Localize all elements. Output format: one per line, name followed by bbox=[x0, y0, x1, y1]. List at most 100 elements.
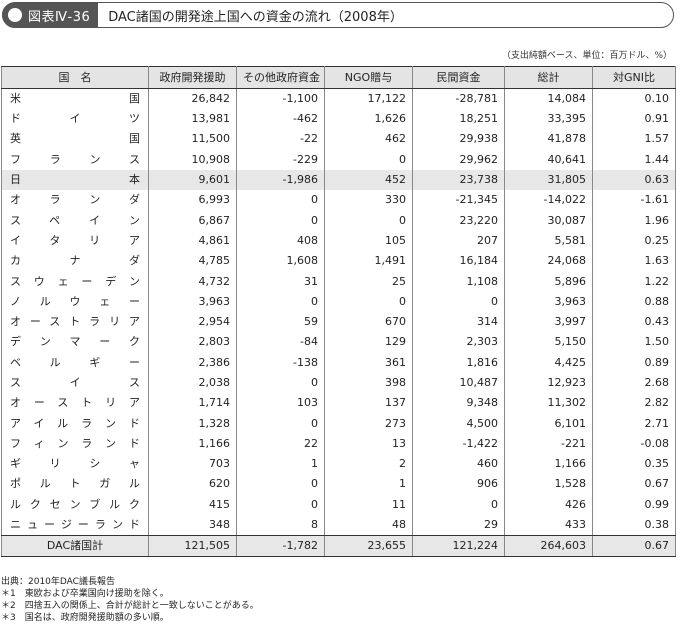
value-cell: 620 bbox=[148, 474, 237, 495]
value-cell: 1,816 bbox=[412, 352, 505, 373]
value-cell: 40,641 bbox=[504, 149, 593, 170]
table-row: スイス 2,038 0 398 10,487 12,923 2.68 bbox=[1, 372, 676, 394]
header-country: 国 名 bbox=[1, 66, 149, 89]
value-cell: 105 bbox=[324, 230, 413, 252]
country-cell: 米国 bbox=[1, 88, 149, 109]
value-cell: 462 bbox=[324, 129, 413, 150]
value-cell: 129 bbox=[324, 332, 413, 353]
value-cell: -229 bbox=[236, 149, 325, 170]
value-cell: -28,781 bbox=[412, 88, 505, 109]
value-cell: 2,803 bbox=[148, 332, 237, 353]
value-cell: -138 bbox=[236, 352, 325, 373]
value-cell: 1 bbox=[236, 454, 325, 475]
value-cell: 1,108 bbox=[412, 271, 505, 292]
value-cell: 330 bbox=[324, 190, 413, 211]
table-row: フランス 10,908 -229 0 29,962 40,641 1.44 bbox=[1, 149, 676, 170]
value-cell: 41,878 bbox=[504, 129, 593, 150]
value-cell: 0 bbox=[236, 190, 325, 211]
value-cell: 4,500 bbox=[412, 413, 505, 434]
value-cell: 33,395 bbox=[504, 109, 593, 130]
value-cell: 408 bbox=[236, 230, 325, 252]
table-row: スペイン 6,867 0 0 23,220 30,087 1.96 bbox=[1, 210, 676, 231]
value-cell: 1,166 bbox=[148, 433, 237, 455]
value-cell: 0 bbox=[324, 149, 413, 170]
total-cell: -1,782 bbox=[236, 534, 325, 557]
value-cell: 361 bbox=[324, 352, 413, 373]
value-cell: 426 bbox=[504, 494, 593, 515]
value-cell: 3,997 bbox=[504, 311, 593, 333]
value-cell: -22 bbox=[236, 129, 325, 150]
table-row: デンマーク 2,803 -84 129 2,303 5,150 1.50 bbox=[1, 332, 676, 353]
country-cell: 日本 bbox=[1, 169, 149, 191]
country-cell: オーストリア bbox=[1, 393, 149, 414]
value-cell: -221 bbox=[504, 433, 593, 455]
table-row: ギリシャ 703 1 2 460 1,166 0.35 bbox=[1, 454, 676, 475]
total-cell: 264,603 bbox=[504, 534, 593, 557]
header-private-flows: 民間資金 bbox=[412, 66, 505, 89]
value-cell: 18,251 bbox=[412, 109, 505, 130]
figure-number-badge: 図表Ⅳ-36 bbox=[2, 3, 99, 27]
value-cell: 906 bbox=[412, 474, 505, 495]
value-cell: 12,923 bbox=[504, 372, 593, 394]
table-header-row: 国 名 政府開発援助 その他政府資金 NGO贈与 民間資金 総計 対GNI比 bbox=[1, 66, 676, 89]
value-cell: -14,022 bbox=[504, 190, 593, 211]
value-cell: 4,785 bbox=[148, 251, 237, 272]
footnotes: 出典：2010年DAC議長報告 ＊1 東欧および卒業国向け援助を除く。 ＊2 四… bbox=[1, 576, 259, 624]
value-cell: 0.89 bbox=[592, 352, 676, 373]
country-cell: フィンランド bbox=[1, 433, 149, 455]
value-cell: 23,738 bbox=[412, 169, 505, 191]
value-cell: 13 bbox=[324, 433, 413, 455]
country-cell: デンマーク bbox=[1, 332, 149, 353]
value-cell: 0.88 bbox=[592, 291, 676, 312]
value-cell: 0 bbox=[412, 291, 505, 312]
value-cell: -1,986 bbox=[236, 169, 325, 191]
header-ngo-grants: NGO贈与 bbox=[324, 66, 413, 89]
value-cell: 17,122 bbox=[324, 88, 413, 109]
value-cell: 29,938 bbox=[412, 129, 505, 150]
value-cell: 1,166 bbox=[504, 454, 593, 475]
value-cell: 1,714 bbox=[148, 393, 237, 414]
value-cell: 314 bbox=[412, 311, 505, 333]
value-cell: 13,981 bbox=[148, 109, 237, 130]
value-cell: -462 bbox=[236, 109, 325, 130]
value-cell: 10,487 bbox=[412, 372, 505, 394]
source-note: 出典：2010年DAC議長報告 bbox=[1, 577, 115, 587]
value-cell: 6,993 bbox=[148, 190, 237, 211]
value-cell: -1,100 bbox=[236, 88, 325, 109]
value-cell: 11,302 bbox=[504, 393, 593, 414]
value-cell: 1.96 bbox=[592, 210, 676, 231]
value-cell: 31,805 bbox=[504, 169, 593, 191]
total-cell: 121,224 bbox=[412, 534, 505, 557]
total-cell: 0.67 bbox=[592, 534, 676, 557]
country-cell: アイルランド bbox=[1, 413, 149, 434]
header-total: 総計 bbox=[504, 66, 593, 89]
footnote: ＊3 国名は、政府開発援助額の多い順。 bbox=[1, 613, 169, 623]
value-cell: 5,150 bbox=[504, 332, 593, 353]
country-cell: ギリシャ bbox=[1, 454, 149, 475]
value-cell: 415 bbox=[148, 494, 237, 515]
total-label: DAC諸国計 bbox=[1, 534, 149, 557]
value-cell: 0 bbox=[236, 413, 325, 434]
value-cell: 103 bbox=[236, 393, 325, 414]
value-cell: -1.61 bbox=[592, 190, 676, 211]
value-cell: 4,425 bbox=[504, 352, 593, 373]
country-cell: スペイン bbox=[1, 210, 149, 231]
value-cell: 48 bbox=[324, 514, 413, 536]
value-cell: 2,038 bbox=[148, 372, 237, 394]
country-cell: ルクセンブルク bbox=[1, 494, 149, 515]
table-row: オーストラリア 2,954 59 670 314 3,997 0.43 bbox=[1, 311, 676, 333]
value-cell: 3,963 bbox=[504, 291, 593, 312]
value-cell: 273 bbox=[324, 413, 413, 434]
value-cell: 2,303 bbox=[412, 332, 505, 353]
table-row: カナダ 4,785 1,608 1,491 16,184 24,068 1.63 bbox=[1, 251, 676, 272]
table-row: ポルトガル 620 0 1 906 1,528 0.67 bbox=[1, 474, 676, 495]
value-cell: 2.82 bbox=[592, 393, 676, 414]
value-cell: 0 bbox=[236, 291, 325, 312]
country-cell: ドイツ bbox=[1, 109, 149, 130]
footnote: ＊1 東欧および卒業国向け援助を除く。 bbox=[1, 589, 169, 599]
table-row: ルクセンブルク 415 0 11 0 426 0.99 bbox=[1, 494, 676, 515]
value-cell: 0.67 bbox=[592, 474, 676, 495]
value-cell: 0.99 bbox=[592, 494, 676, 515]
value-cell: 4,732 bbox=[148, 271, 237, 292]
value-cell: 2 bbox=[324, 454, 413, 475]
